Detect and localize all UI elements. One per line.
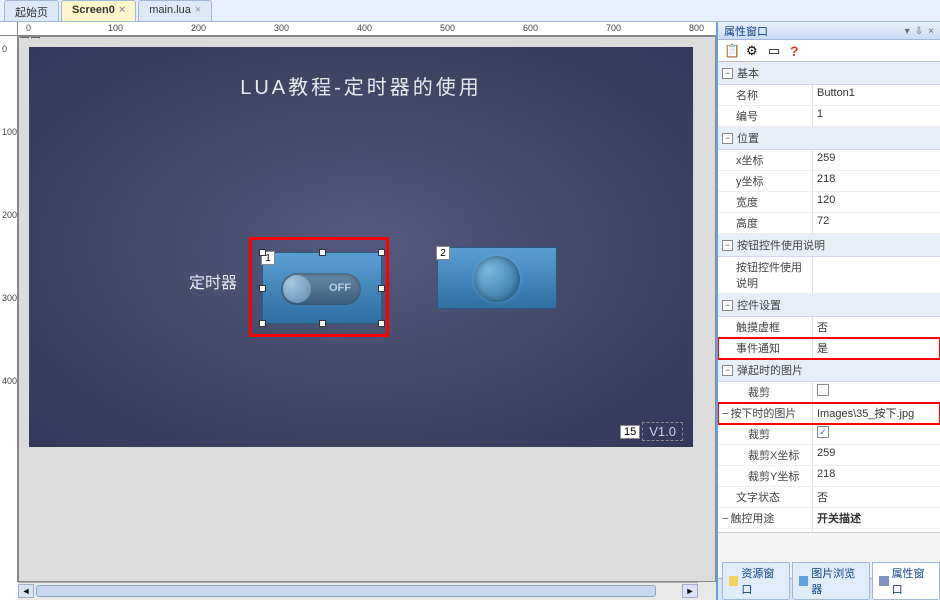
button1-selection[interactable]: 1 OFF: [249, 237, 389, 337]
property-panel: 属性窗口 ▾ ⇩ × 📋 ⚙ ▭ ? −基本 名称Button1 编号1 −位置…: [716, 22, 940, 600]
toggle-text: OFF: [329, 282, 351, 294]
bottom-tab-bar: 资源窗口 图片浏览器 属性窗口: [718, 578, 940, 600]
close-icon[interactable]: ×: [119, 4, 125, 16]
tab-mainlua[interactable]: main.lua×: [138, 0, 212, 21]
prop-down-image[interactable]: −按下时的图片Images\35_按下.jpg: [718, 403, 940, 424]
scrollbar-thumb[interactable]: [36, 585, 656, 597]
resize-handle[interactable]: [378, 249, 385, 256]
timer-label: 定时器: [189, 269, 237, 293]
version-id-badge: 15: [620, 425, 640, 439]
toggle-knob: [283, 275, 311, 303]
window-icon: [729, 576, 738, 586]
ruler-vertical: 0 100 200 300 400: [0, 36, 18, 582]
screen-canvas[interactable]: LUA教程-定时器的使用 定时器 1 OFF: [29, 47, 693, 447]
screen-title: LUA教程-定时器的使用: [29, 71, 693, 100]
help-icon[interactable]: ?: [790, 43, 799, 59]
panel-title: 属性窗口: [724, 23, 768, 39]
prop-crop-y[interactable]: 裁剪Y坐标218: [718, 466, 940, 487]
resize-handle[interactable]: [259, 320, 266, 327]
editor-tabs: 起始页 Screen0× main.lua×: [0, 0, 940, 22]
prop-crop-up[interactable]: 裁剪: [718, 382, 940, 403]
categorize-icon[interactable]: 📋: [724, 43, 740, 59]
collapse-icon[interactable]: −: [722, 68, 733, 79]
prop-width[interactable]: 宽度120: [718, 192, 940, 213]
button2-circle-icon: [474, 256, 520, 302]
close-icon[interactable]: ×: [928, 26, 934, 37]
prop-name[interactable]: 名称Button1: [718, 85, 940, 106]
collapse-icon[interactable]: −: [722, 408, 728, 420]
category-up-image[interactable]: −弹起时的图片: [718, 359, 940, 382]
version-box: 15 V1.0: [620, 422, 683, 441]
collapse-icon[interactable]: −: [722, 133, 733, 144]
screen-id-label: 画面ID:0: [19, 36, 61, 41]
resize-handle[interactable]: [259, 249, 266, 256]
panel-header: 属性窗口 ▾ ⇩ ×: [718, 22, 940, 40]
prop-touch-area[interactable]: 触摸虚框否: [718, 317, 940, 338]
property-grid[interactable]: −基本 名称Button1 编号1 −位置 x坐标259 y坐标218 宽度12…: [718, 62, 940, 532]
page-icon[interactable]: ▭: [768, 43, 784, 59]
design-viewport[interactable]: 画面ID:0 LUA教程-定时器的使用 定时器 1 OFF: [18, 36, 716, 582]
collapse-icon[interactable]: −: [722, 513, 728, 525]
resize-handle[interactable]: [259, 285, 266, 292]
resize-handle[interactable]: [319, 249, 326, 256]
prop-x[interactable]: x坐标259: [718, 150, 940, 171]
resize-handle[interactable]: [378, 320, 385, 327]
toggle-switch[interactable]: OFF: [281, 273, 361, 305]
prop-btn-usage[interactable]: 按钮控件使用说明: [718, 257, 940, 294]
scrollbar-corner: [698, 582, 716, 600]
version-text: V1.0: [642, 422, 683, 441]
dropdown-icon[interactable]: ▾: [905, 26, 910, 37]
horizontal-scrollbar[interactable]: ◄ ►: [18, 582, 698, 600]
scroll-left-icon[interactable]: ◄: [18, 584, 34, 598]
button2[interactable]: 2: [437, 247, 557, 309]
tab-image-browser[interactable]: 图片浏览器: [792, 562, 870, 600]
sort-icon[interactable]: ⚙: [746, 43, 762, 59]
tab-screen0[interactable]: Screen0×: [61, 0, 136, 21]
prop-crop-x[interactable]: 裁剪X坐标259: [718, 445, 940, 466]
ruler-horizontal: 0 100 200 300 400 500 600 700 800: [18, 22, 716, 36]
resize-handle[interactable]: [319, 320, 326, 327]
resize-handle[interactable]: [378, 285, 385, 292]
checkbox[interactable]: [817, 384, 829, 396]
control-id-badge: 2: [436, 246, 450, 260]
prop-touch-use[interactable]: −触控用途开关描述: [718, 508, 940, 529]
property-icon: [879, 576, 888, 586]
tab-property-window[interactable]: 属性窗口: [872, 562, 940, 600]
button1[interactable]: 1 OFF: [262, 252, 382, 324]
collapse-icon[interactable]: −: [722, 365, 733, 376]
panel-toolbar: 📋 ⚙ ▭ ?: [718, 40, 940, 62]
collapse-icon[interactable]: −: [722, 240, 733, 251]
tab-start[interactable]: 起始页: [4, 0, 59, 21]
prop-event-notify[interactable]: 事件通知是: [718, 338, 940, 359]
category-control-settings[interactable]: −控件设置: [718, 294, 940, 317]
tab-resource-window[interactable]: 资源窗口: [722, 562, 790, 600]
prop-id[interactable]: 编号1: [718, 106, 940, 127]
pin-icon[interactable]: ⇩: [915, 26, 923, 37]
prop-y[interactable]: y坐标218: [718, 171, 940, 192]
scroll-right-icon[interactable]: ►: [682, 584, 698, 598]
checkbox-checked[interactable]: ✓: [817, 426, 829, 438]
prop-text-state[interactable]: 文字状态否: [718, 487, 940, 508]
canvas-area: 0 100 200 300 400 500 600 700 800 0 100 …: [0, 22, 716, 600]
prop-crop-down[interactable]: 裁剪✓: [718, 424, 940, 445]
category-button-usage[interactable]: −按钮控件使用说明: [718, 234, 940, 257]
image-icon: [799, 576, 808, 586]
category-position[interactable]: −位置: [718, 127, 940, 150]
category-basic[interactable]: −基本: [718, 62, 940, 85]
prop-height[interactable]: 高度72: [718, 213, 940, 234]
ruler-corner: [0, 22, 18, 36]
collapse-icon[interactable]: −: [722, 300, 733, 311]
close-icon[interactable]: ×: [195, 4, 201, 16]
